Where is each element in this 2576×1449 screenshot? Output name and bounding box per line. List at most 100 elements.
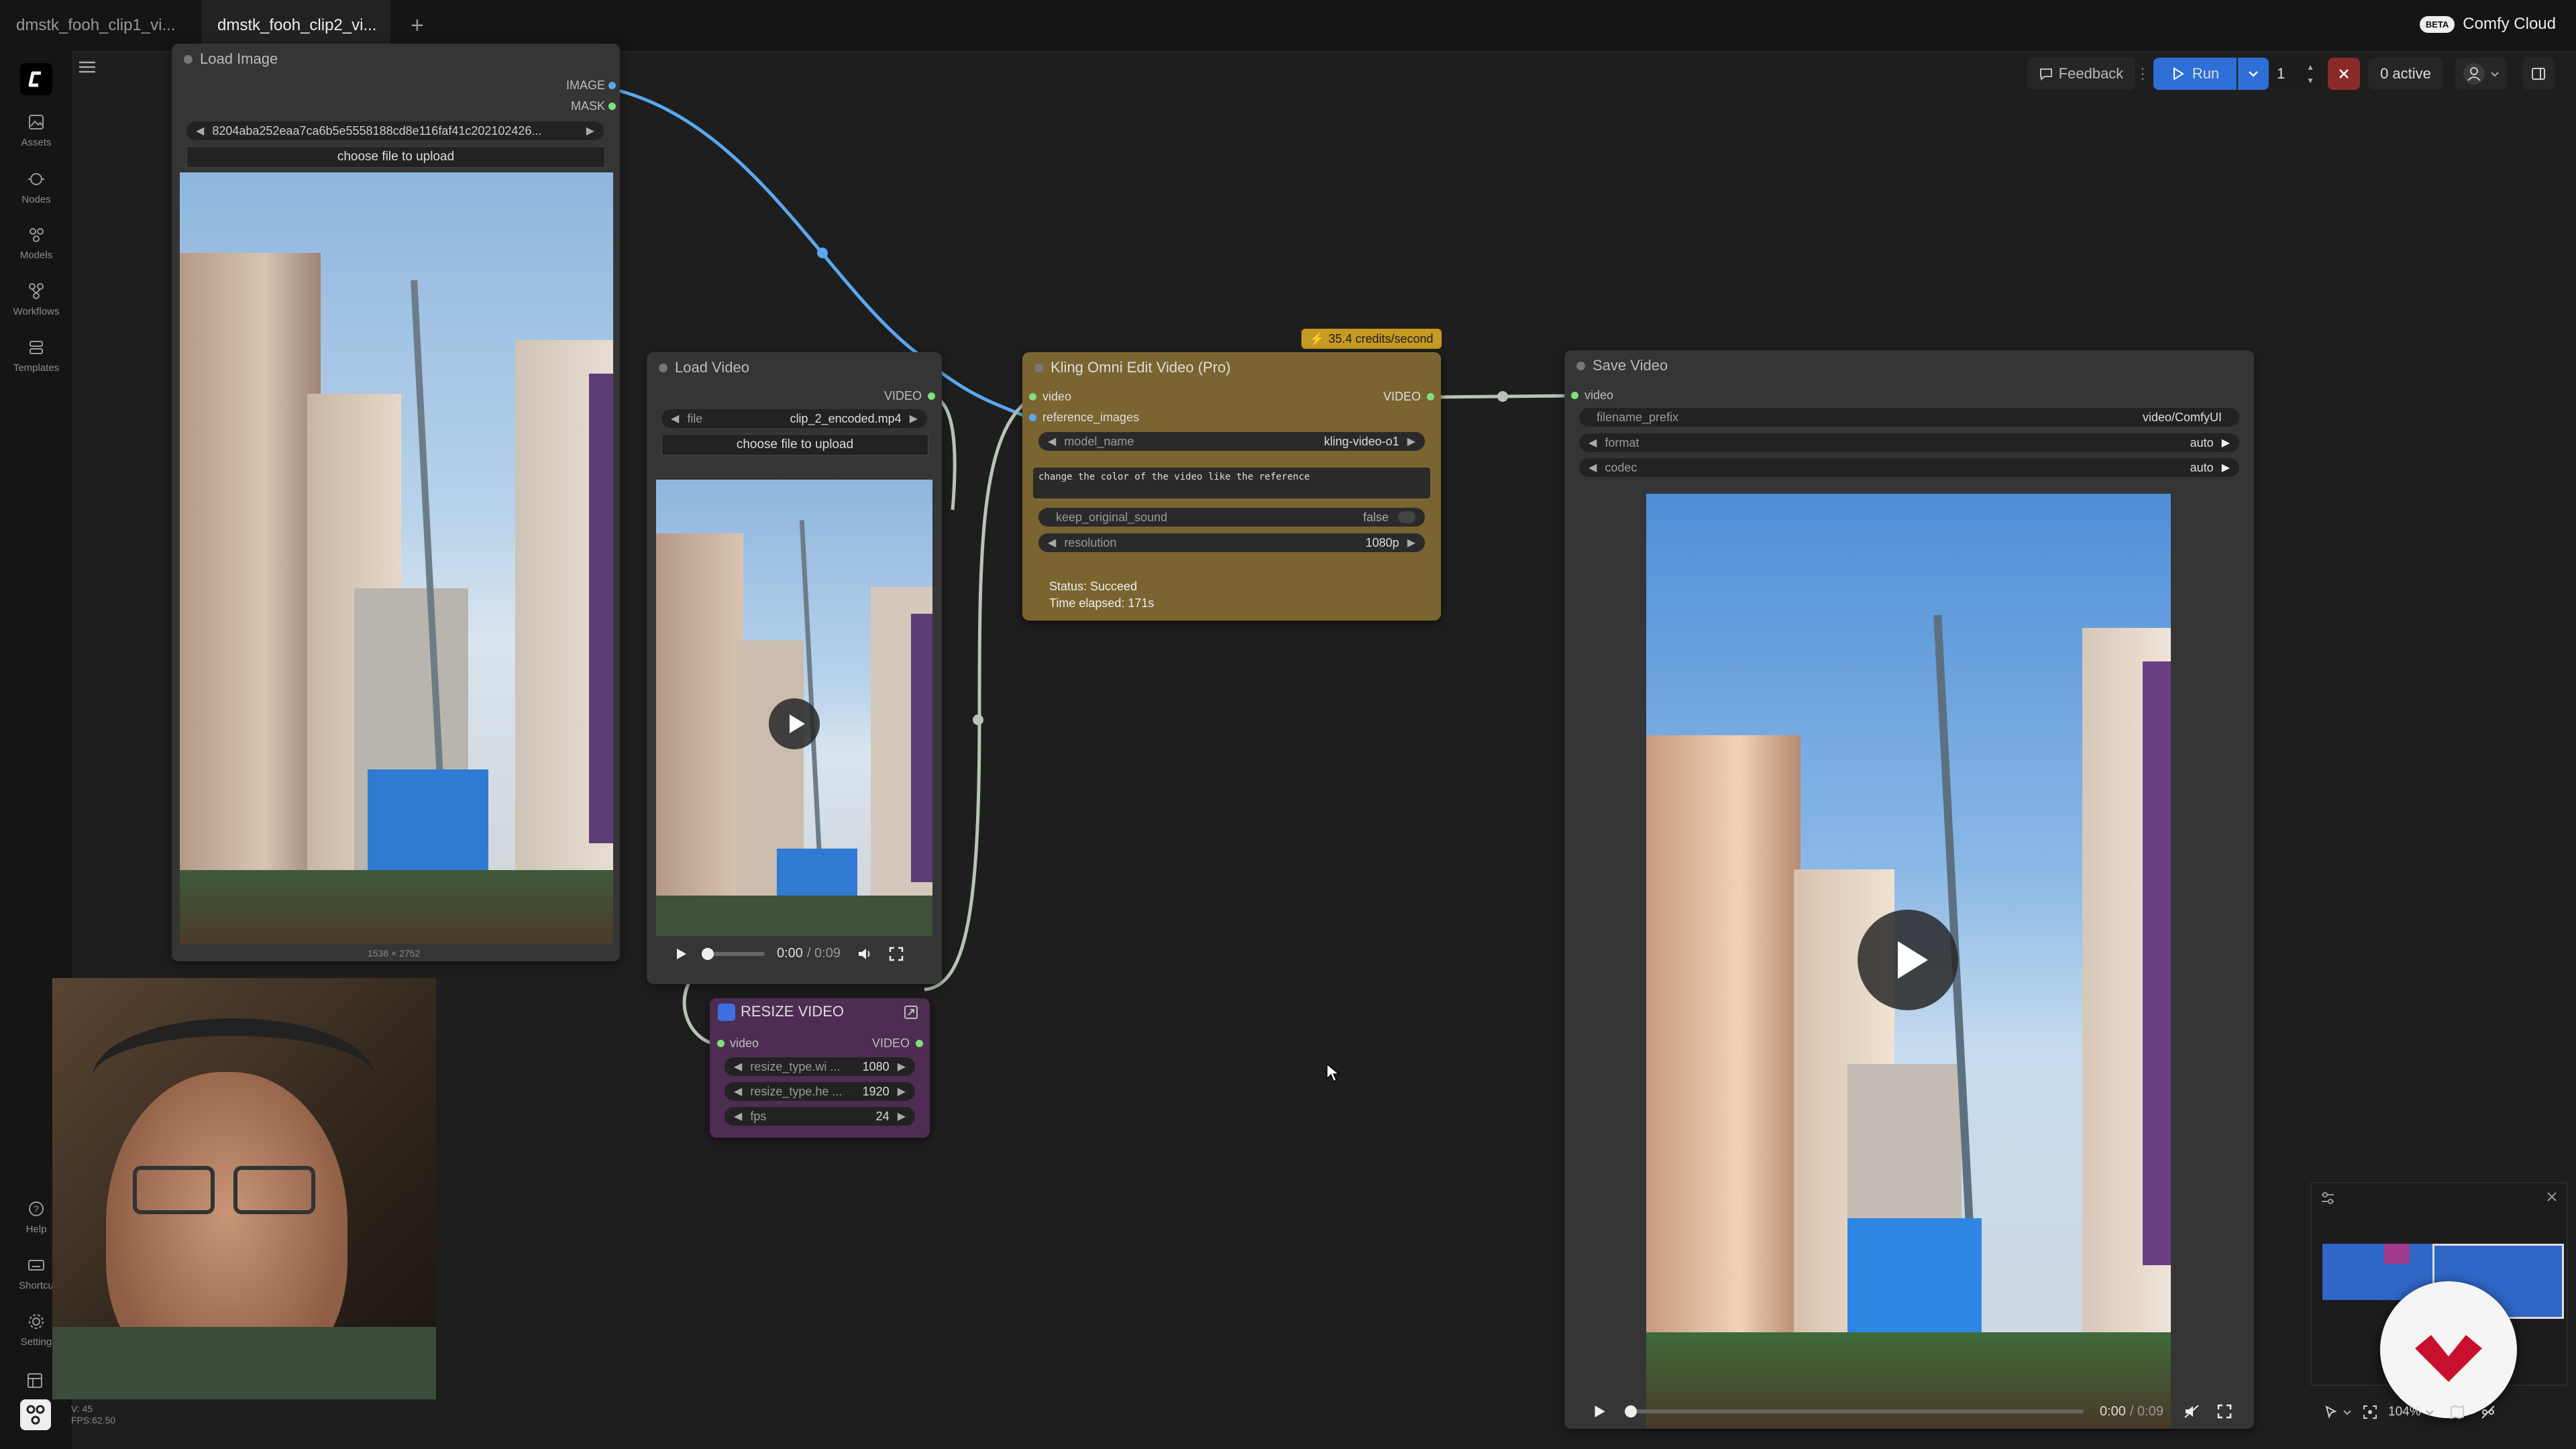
input-video-port[interactable] [1029, 393, 1036, 400]
seek-bar[interactable] [1625, 1405, 2084, 1417]
arrow-left-icon[interactable]: ◀ [1589, 436, 1597, 449]
output-mask-port[interactable] [608, 103, 616, 110]
model-name-select[interactable]: ◀ model_name kling-video-o1 ▶ [1038, 432, 1425, 451]
arrow-left-icon[interactable]: ◀ [734, 1085, 742, 1098]
image-filename: 8204aba252eaa7ca6b5e5558188cd8e116faf41c… [212, 123, 542, 138]
widget-value: auto [2190, 460, 2214, 474]
node-load-video[interactable]: Load Video VIDEO ◀ file clip_2_encoded.m… [647, 352, 942, 984]
arrow-right-icon[interactable]: ▶ [586, 124, 594, 138]
node-title: Kling Omni Edit Video (Pro) [1051, 359, 1231, 376]
arrow-left-icon[interactable]: ◀ [734, 1060, 742, 1073]
arrow-left-icon[interactable]: ◀ [734, 1110, 742, 1123]
feedback-label: Feedback [2058, 65, 2124, 82]
arrow-left-icon[interactable]: ◀ [196, 124, 204, 138]
run-options-button[interactable] [2238, 58, 2269, 90]
video-preview[interactable] [656, 480, 932, 936]
arrow-right-icon[interactable]: ▶ [2222, 436, 2230, 449]
image-file-select[interactable]: ◀ 8204aba252eaa7ca6b5e5558188cd8e116faf4… [186, 121, 604, 140]
drag-handle-icon[interactable]: ⋮ [2135, 58, 2150, 90]
widget-label: codec [1605, 460, 1638, 474]
fps-widget[interactable]: ◀ fps 24 ▶ [724, 1107, 915, 1126]
widget-label: filename_prefix [1597, 410, 1679, 424]
fullscreen-icon[interactable] [2217, 1404, 2232, 1419]
video-file-select[interactable]: ◀ file clip_2_encoded.mp4 ▶ [661, 409, 927, 428]
chevron-down-icon[interactable] [2425, 1407, 2434, 1417]
arrow-left-icon[interactable]: ◀ [1048, 536, 1056, 549]
active-count: 0 active [2380, 65, 2431, 82]
resolution-select[interactable]: ◀ resolution 1080p ▶ [1038, 533, 1425, 552]
filename-prefix-field[interactable]: filename_prefix video/ComfyUI [1579, 408, 2239, 427]
arrow-left-icon[interactable]: ◀ [671, 412, 679, 425]
stats-readout: V: 45 FPS:62.50 [71, 1403, 115, 1426]
seek-bar[interactable] [702, 947, 765, 960]
widget-label: format [1605, 435, 1640, 449]
play-button[interactable] [1858, 910, 1958, 1010]
node-title-bar[interactable]: Load Video [647, 352, 942, 383]
node-title-bar[interactable]: RESIZE VIDEO [710, 998, 930, 1025]
output-image-port[interactable] [608, 82, 616, 89]
node-title-bar[interactable]: Save Video [1564, 350, 2254, 381]
map-icon[interactable] [2449, 1404, 2465, 1420]
node-badge-icon [718, 1004, 735, 1021]
duration: / 0:09 [2129, 1403, 2163, 1419]
elapsed-text: Time elapsed: 171s [1049, 596, 1155, 610]
arrow-right-icon[interactable]: ▶ [1407, 536, 1415, 549]
output-video-port[interactable] [916, 1040, 923, 1047]
node-load-image[interactable]: Load Image IMAGE MASK ◀ 8204aba252eaa7ca… [172, 44, 620, 961]
arrow-right-icon[interactable]: ▶ [2222, 461, 2230, 474]
expand-icon[interactable] [903, 1004, 919, 1020]
format-select[interactable]: ◀ format auto ▶ [1579, 433, 2239, 452]
toggle-panel-button[interactable] [2522, 58, 2555, 90]
zoom-level[interactable]: 104% [2388, 1405, 2421, 1419]
arrow-right-icon[interactable]: ▶ [910, 412, 918, 425]
node-title-bar[interactable]: Kling Omni Edit Video (Pro) [1022, 352, 1441, 383]
input-video-port[interactable] [717, 1040, 724, 1047]
fit-view-icon[interactable] [2363, 1405, 2377, 1419]
arrow-right-icon[interactable]: ▶ [898, 1060, 906, 1073]
play-icon[interactable] [1591, 1403, 1607, 1419]
output-video-port[interactable] [1427, 393, 1434, 400]
widget-label: resolution [1064, 535, 1117, 549]
arrow-left-icon[interactable]: ◀ [1589, 461, 1597, 474]
widget-value: kling-video-o1 [1324, 434, 1399, 448]
settings-sliders-icon[interactable] [2320, 1190, 2336, 1206]
cancel-button[interactable] [2328, 58, 2360, 90]
node-title-bar[interactable]: Load Image [172, 44, 620, 74]
play-icon[interactable] [674, 947, 688, 961]
arrow-right-icon[interactable]: ▶ [1407, 435, 1415, 448]
node-kling-omni-edit[interactable]: Kling Omni Edit Video (Pro) video refere… [1022, 352, 1441, 621]
keep-sound-toggle[interactable]: keep_original_sound false [1038, 508, 1425, 527]
prompt-textarea[interactable]: change the color of the video like the r… [1033, 468, 1430, 498]
batch-count-stepper[interactable]: 1 ▲ ▼ [2270, 58, 2321, 90]
arrow-right-icon[interactable]: ▶ [898, 1110, 906, 1123]
widget-label: resize_type.he ... [750, 1084, 843, 1098]
arrow-left-icon[interactable]: ◀ [1048, 435, 1056, 448]
volume-icon[interactable] [857, 947, 873, 961]
link-visibility-icon[interactable] [2480, 1404, 2496, 1420]
toggle-switch[interactable] [1398, 511, 1415, 523]
stepper-arrows-icon[interactable]: ▲ ▼ [2306, 60, 2314, 87]
resize-height-widget[interactable]: ◀ resize_type.he ... 1920 ▶ [724, 1082, 915, 1101]
chevron-down-icon[interactable] [2343, 1407, 2352, 1417]
user-menu[interactable] [2455, 58, 2506, 90]
arrow-right-icon[interactable]: ▶ [898, 1085, 906, 1098]
codec-select[interactable]: ◀ codec auto ▶ [1579, 458, 2239, 477]
feedback-button[interactable]: Feedback [2027, 58, 2135, 90]
fullscreen-icon[interactable] [889, 947, 904, 961]
run-button[interactable]: Run [2153, 58, 2237, 90]
node-save-video[interactable]: Save Video video filename_prefix video/C… [1564, 350, 2254, 1429]
node-resize-video[interactable]: RESIZE VIDEO video VIDEO ◀ resize_type.w… [710, 998, 930, 1138]
chevron-down-icon [2249, 71, 2258, 77]
input-video-port[interactable] [1571, 392, 1578, 399]
input-reference-port[interactable] [1029, 414, 1036, 421]
queue-status[interactable]: 0 active [2368, 58, 2443, 90]
output-video-port[interactable] [928, 392, 935, 400]
play-button[interactable] [769, 698, 820, 749]
output-video-preview[interactable] [1646, 494, 2171, 1428]
upload-button[interactable]: choose file to upload [661, 434, 928, 455]
upload-button[interactable]: choose file to upload [186, 146, 605, 168]
close-icon[interactable] [2545, 1190, 2559, 1203]
mute-icon[interactable] [2184, 1404, 2200, 1419]
resize-width-widget[interactable]: ◀ resize_type.wi ... 1080 ▶ [724, 1057, 915, 1076]
cursor-icon[interactable] [2324, 1405, 2339, 1419]
